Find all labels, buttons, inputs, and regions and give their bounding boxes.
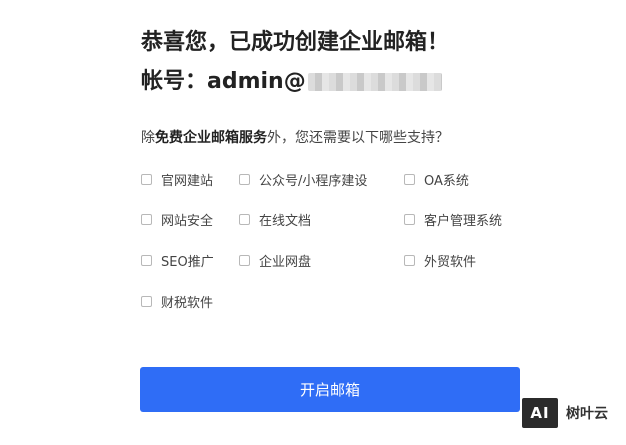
page-title: 恭喜您，已成功创建企业邮箱！ xyxy=(141,30,450,55)
checkbox[interactable] xyxy=(239,174,250,185)
option-label: 财税软件 xyxy=(161,296,214,311)
option-label: 公众号/小程序建设 xyxy=(259,174,368,189)
account-line: 帐号：admin@ xyxy=(141,63,442,95)
option-crm[interactable]: 客户管理系统 xyxy=(404,210,502,229)
option-official-account[interactable]: 公众号/小程序建设 xyxy=(239,170,367,189)
support-question: 除免费企业邮箱服务外，您还需要以下哪些支持？ xyxy=(141,127,449,147)
watermark: AI 树叶云 xyxy=(522,398,608,428)
checkbox[interactable] xyxy=(404,174,415,185)
checkbox[interactable] xyxy=(404,214,415,225)
option-label: 外贸软件 xyxy=(424,255,477,270)
checkbox[interactable] xyxy=(141,255,152,266)
option-label: OA系统 xyxy=(424,174,469,189)
question-highlight: 免费企业邮箱服务 xyxy=(155,130,267,146)
checkbox[interactable] xyxy=(239,255,250,266)
checkbox[interactable] xyxy=(239,214,250,225)
checkbox[interactable] xyxy=(141,296,152,307)
option-label: 企业网盘 xyxy=(259,255,312,270)
success-card: 恭喜您，已成功创建企业邮箱！ 帐号：admin@ 除免费企业邮箱服务外，您还需要… xyxy=(0,0,626,445)
option-cloud-drive[interactable]: 企业网盘 xyxy=(239,251,311,270)
option-oa-system[interactable]: OA系统 xyxy=(404,170,469,189)
checkbox[interactable] xyxy=(141,214,152,225)
option-trade-software[interactable]: 外贸软件 xyxy=(404,251,476,270)
option-website-building[interactable]: 官网建站 xyxy=(141,170,213,189)
question-prefix: 除 xyxy=(141,130,155,146)
option-label: SEO推广 xyxy=(161,255,214,270)
checkbox[interactable] xyxy=(404,255,415,266)
watermark-text: 树叶云 xyxy=(566,406,608,422)
option-label: 官网建站 xyxy=(161,174,214,189)
option-label: 客户管理系统 xyxy=(424,214,503,229)
watermark-logo: AI xyxy=(522,398,558,428)
option-website-security[interactable]: 网站安全 xyxy=(141,210,213,229)
option-seo[interactable]: SEO推广 xyxy=(141,251,214,270)
open-mailbox-button[interactable]: 开启邮箱 xyxy=(140,367,520,412)
masked-email-domain xyxy=(307,73,442,91)
question-suffix: 外，您还需要以下哪些支持？ xyxy=(267,130,449,146)
option-finance-software[interactable]: 财税软件 xyxy=(141,292,213,311)
account-label: 帐号：admin@ xyxy=(141,69,306,94)
option-label: 网站安全 xyxy=(161,214,214,229)
option-label: 在线文档 xyxy=(259,214,312,229)
checkbox[interactable] xyxy=(141,174,152,185)
option-online-docs[interactable]: 在线文档 xyxy=(239,210,311,229)
